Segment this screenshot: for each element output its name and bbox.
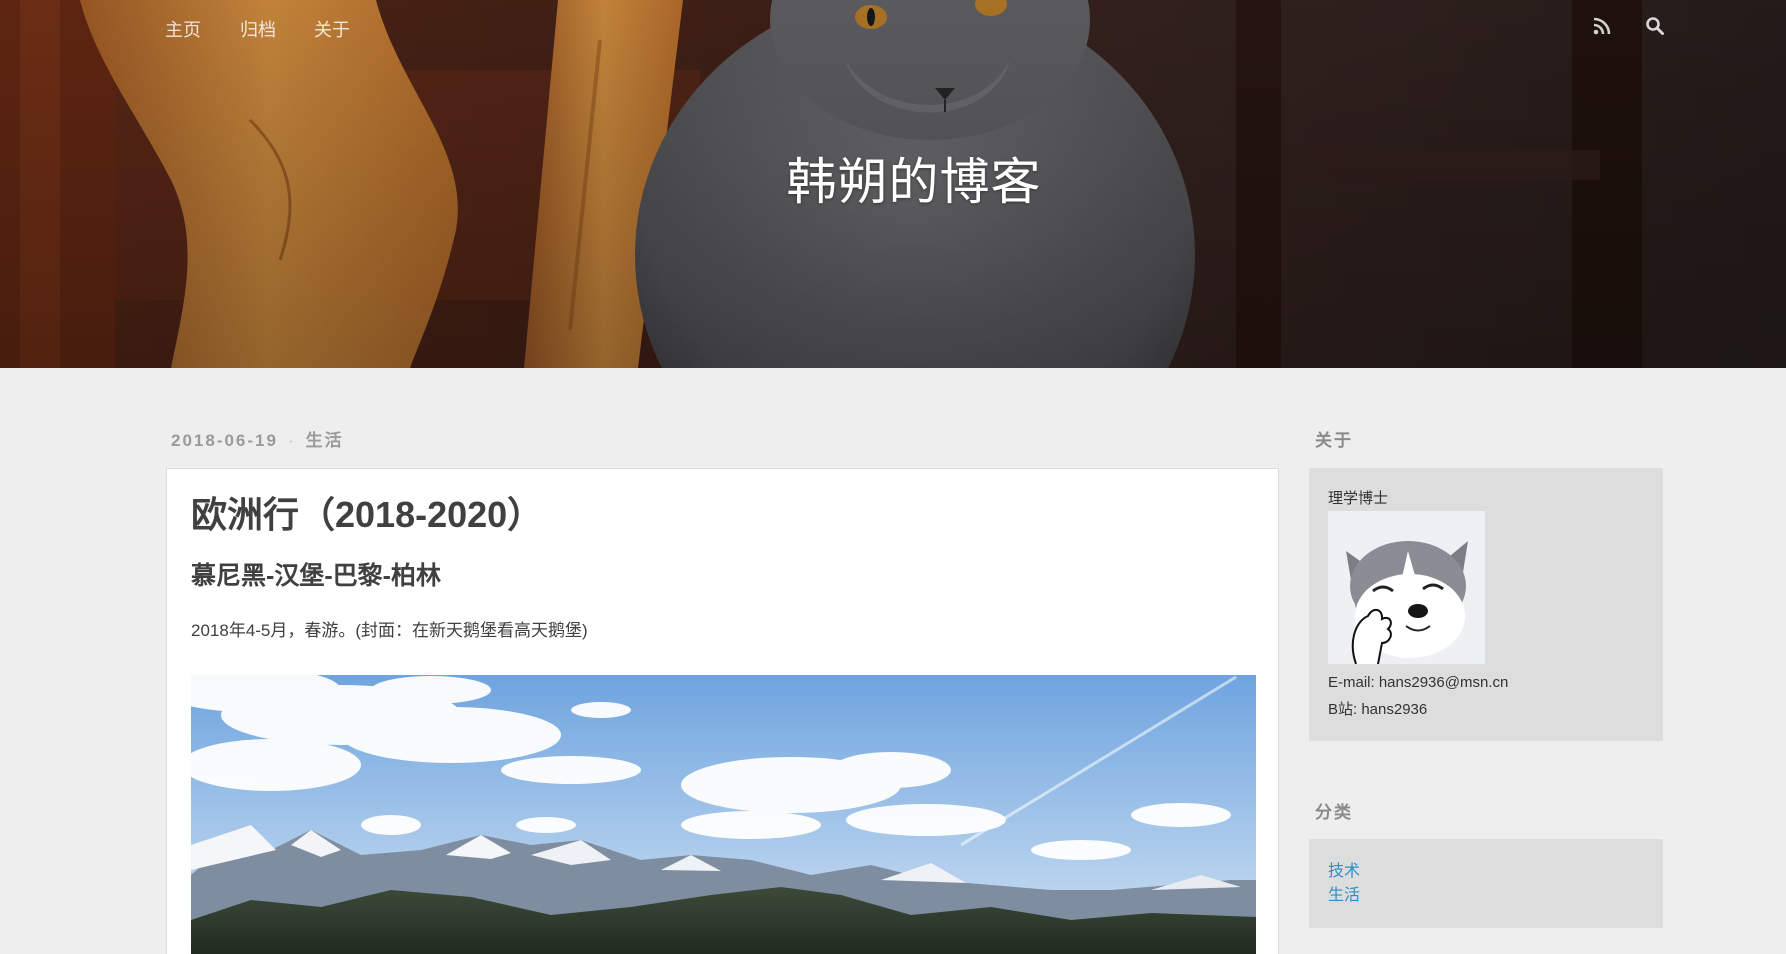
meta-separator: · [287, 431, 296, 450]
sidebar-categories-box: 技术 生活 [1309, 839, 1663, 928]
about-email: E-mail: hans2936@msn.cn [1328, 674, 1509, 691]
header-banner: 主页 归档 关于 韩朔的博客 [0, 0, 1786, 368]
post-card: 欧洲行（2018-2020） 慕尼黑-汉堡-巴黎-柏林 2018年4-5月，春游… [166, 468, 1279, 954]
post-intro: 2018年4-5月，春游。(封面：在新天鹅堡看高天鹅堡) [191, 621, 588, 640]
category-link-life[interactable]: 生活 [1328, 884, 1663, 908]
nav-item-about[interactable]: 关于 [314, 18, 350, 42]
category-link-tech[interactable]: 技术 [1328, 860, 1663, 884]
site-title: 韩朔的博客 [786, 154, 1042, 210]
search-icon[interactable] [1645, 16, 1665, 36]
sidebar-categories-heading: 分类 [1315, 803, 1353, 822]
avatar [1328, 511, 1485, 664]
sidebar-about-box: 理学博士 E-mail: hans2936@msn.cn B站: hans293… [1309, 468, 1663, 741]
about-bilibili: B站: hans2936 [1328, 701, 1428, 718]
post-meta: 2018-06-19 · 生活 [171, 429, 344, 453]
post-subtitle: 慕尼黑-汉堡-巴黎-柏林 [191, 562, 441, 590]
about-degree: 理学博士 [1328, 490, 1389, 507]
nav-item-home[interactable]: 主页 [165, 18, 201, 42]
post-date: 2018-06-19 [171, 431, 278, 450]
post-title[interactable]: 欧洲行（2018-2020） [191, 494, 1254, 536]
post-cover-image[interactable] [191, 675, 1256, 954]
sidebar-about-heading: 关于 [1315, 431, 1353, 450]
nav-item-archive[interactable]: 归档 [240, 18, 276, 42]
post-category-link[interactable]: 生活 [306, 431, 344, 450]
rss-icon[interactable] [1592, 16, 1612, 36]
